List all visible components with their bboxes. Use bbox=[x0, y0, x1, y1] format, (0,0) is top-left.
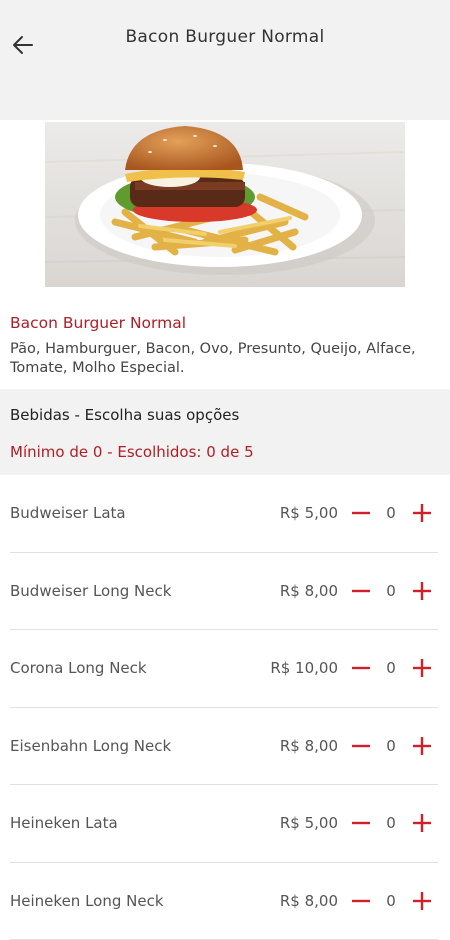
plus-icon bbox=[413, 814, 431, 832]
minus-icon bbox=[352, 899, 370, 903]
option-name: Heineken Lata bbox=[10, 814, 118, 832]
minus-icon bbox=[352, 511, 370, 515]
option-quantity: 0 bbox=[382, 659, 400, 677]
product-name: Bacon Burguer Normal bbox=[10, 314, 186, 332]
plus-icon bbox=[413, 892, 431, 910]
option-price: R$ 5,00 bbox=[280, 814, 338, 832]
options-section-header: Bebidas - Escolha suas opções Mínimo de … bbox=[0, 389, 450, 475]
header-wave-decoration bbox=[0, 78, 450, 128]
option-price: R$ 8,00 bbox=[280, 892, 338, 910]
decrement-button[interactable] bbox=[350, 579, 372, 603]
plus-icon bbox=[413, 504, 431, 522]
plus-icon bbox=[413, 582, 431, 600]
plus-icon bbox=[413, 659, 431, 677]
minus-icon bbox=[352, 589, 370, 593]
option-quantity: 0 bbox=[382, 737, 400, 755]
minus-icon bbox=[352, 744, 370, 748]
increment-button[interactable] bbox=[411, 501, 433, 525]
option-row: Eisenbahn Long Neck R$ 8,00 0 bbox=[0, 708, 450, 786]
option-quantity: 0 bbox=[382, 504, 400, 522]
option-row: Heineken Lata R$ 5,00 0 bbox=[0, 785, 450, 863]
option-name: Budweiser Lata bbox=[10, 504, 126, 522]
option-quantity: 0 bbox=[382, 582, 400, 600]
plus-icon bbox=[413, 737, 431, 755]
options-list: Budweiser Lata R$ 5,00 0 Budweiser Long … bbox=[0, 475, 450, 940]
section-title: Bebidas - Escolha suas opções bbox=[10, 406, 239, 424]
option-name: Corona Long Neck bbox=[10, 659, 147, 677]
option-quantity: 0 bbox=[382, 892, 400, 910]
option-name: Budweiser Long Neck bbox=[10, 582, 171, 600]
decrement-button[interactable] bbox=[350, 734, 372, 758]
increment-button[interactable] bbox=[411, 734, 433, 758]
option-price: R$ 5,00 bbox=[280, 504, 338, 522]
option-row: Corona Long Neck R$ 10,00 0 bbox=[0, 630, 450, 708]
increment-button[interactable] bbox=[411, 656, 433, 680]
decrement-button[interactable] bbox=[350, 501, 372, 525]
option-price: R$ 8,00 bbox=[280, 582, 338, 600]
decrement-button[interactable] bbox=[350, 889, 372, 913]
option-name: Heineken Long Neck bbox=[10, 892, 164, 910]
increment-button[interactable] bbox=[411, 889, 433, 913]
minus-icon bbox=[352, 666, 370, 670]
decrement-button[interactable] bbox=[350, 811, 372, 835]
selection-rule: Mínimo de 0 - Escolhidos: 0 de 5 bbox=[10, 443, 254, 461]
product-image bbox=[45, 122, 405, 287]
option-row: Budweiser Long Neck R$ 8,00 0 bbox=[0, 553, 450, 631]
option-row: Heineken Long Neck R$ 8,00 0 bbox=[0, 863, 450, 940]
page-title: Bacon Burguer Normal bbox=[0, 27, 450, 47]
minus-icon bbox=[352, 821, 370, 825]
option-name: Eisenbahn Long Neck bbox=[10, 737, 171, 755]
product-description: Pão, Hamburguer, Bacon, Ovo, Presunto, Q… bbox=[10, 340, 442, 378]
option-price: R$ 10,00 bbox=[270, 659, 338, 677]
option-price: R$ 8,00 bbox=[280, 737, 338, 755]
increment-button[interactable] bbox=[411, 579, 433, 603]
increment-button[interactable] bbox=[411, 811, 433, 835]
option-quantity: 0 bbox=[382, 814, 400, 832]
option-row: Budweiser Lata R$ 5,00 0 bbox=[0, 475, 450, 553]
decrement-button[interactable] bbox=[350, 656, 372, 680]
